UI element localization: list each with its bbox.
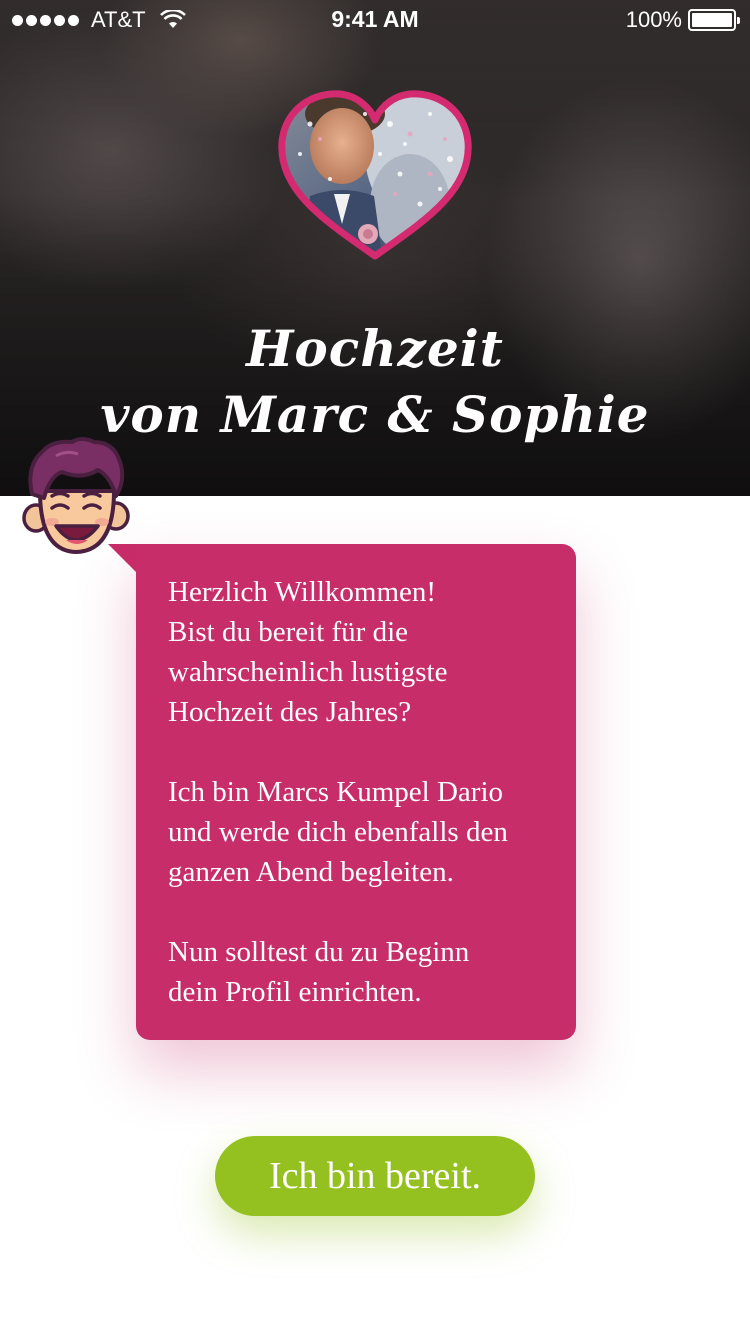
message-line: ganzen Abend begleiten.	[168, 856, 454, 888]
status-right: 100%	[625, 7, 740, 33]
title-line-1: Hochzeit	[246, 319, 504, 378]
status-bar: AT&T 9:41 AM 100%	[0, 0, 750, 40]
battery-percent: 100%	[625, 7, 682, 32]
message-line: Nun solltest du zu Beginn	[168, 936, 470, 968]
message-line: wahrscheinlich lustigste	[168, 656, 448, 688]
message-line: Bist du bereit für die	[168, 616, 409, 648]
message-line: Hochzeit des Jahres?	[168, 696, 412, 728]
message-line: und werde dich ebenfalls den	[168, 816, 508, 848]
couple-heart-photo	[270, 84, 480, 269]
dario-avatar-icon	[22, 436, 130, 556]
message-line: Herzlich Willkommen!	[168, 576, 437, 608]
message-line: Ich bin Marcs Kumpel Dario	[168, 776, 504, 808]
page-title: Hochzeit von Marc & Sophie	[0, 316, 750, 448]
welcome-message-text: Herzlich Willkommen! Bist du bereit für …	[168, 572, 568, 1012]
message-line: dein Profil einrichten.	[168, 976, 422, 1008]
welcome-message-bubble: Herzlich Willkommen! Bist du bereit für …	[136, 544, 576, 1040]
ready-button[interactable]: Ich bin bereit.	[215, 1136, 535, 1216]
battery-icon	[688, 9, 740, 31]
